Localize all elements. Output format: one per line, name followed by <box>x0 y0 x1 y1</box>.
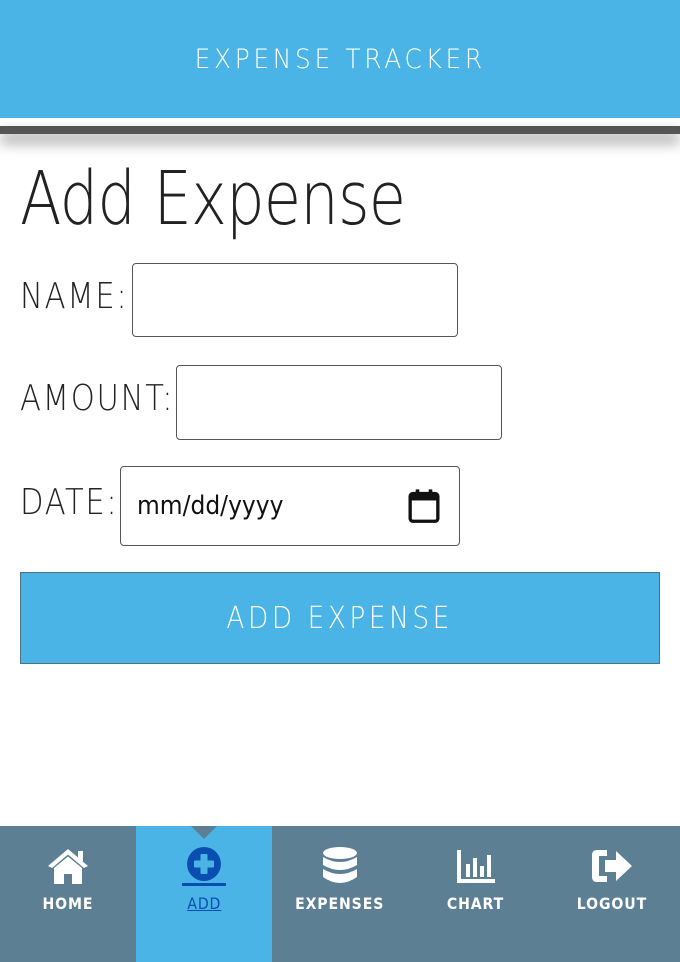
name-input[interactable] <box>132 263 458 337</box>
page-title: Add Expense <box>20 156 406 242</box>
nav-label-logout: LOGOUT <box>576 894 648 913</box>
nav-label-home: HOME <box>42 894 94 913</box>
plus-circle-icon <box>182 847 226 886</box>
header-divider <box>0 126 680 134</box>
date-placeholder: mm/dd/yyyy <box>137 491 284 521</box>
app-title: EXPENSE TRACKER <box>194 43 486 75</box>
calendar-icon[interactable] <box>407 488 441 524</box>
date-label: DATE: <box>20 482 119 523</box>
amount-label: AMOUNT: <box>20 378 175 419</box>
nav-label-expenses: EXPENSES <box>295 894 385 913</box>
nav-item-add[interactable]: ADD <box>136 826 272 962</box>
nav-item-home[interactable]: HOME <box>0 826 136 962</box>
nav-label-add: ADD <box>187 894 221 913</box>
database-icon <box>323 847 357 883</box>
logout-icon <box>592 850 632 882</box>
date-input[interactable]: mm/dd/yyyy <box>120 466 460 546</box>
add-expense-button[interactable]: ADD EXPENSE <box>20 572 660 664</box>
name-label: NAME: <box>20 276 129 317</box>
app-header: EXPENSE TRACKER <box>0 0 680 118</box>
bottom-nav: HOME ADD EXPENSES CHART LOGOUT <box>0 826 680 962</box>
nav-item-expenses[interactable]: EXPENSES <box>272 826 408 962</box>
nav-item-chart[interactable]: CHART <box>408 826 544 962</box>
amount-input[interactable] <box>176 365 502 440</box>
home-icon <box>48 849 88 884</box>
nav-label-chart: CHART <box>447 894 505 913</box>
add-expense-button-label: ADD EXPENSE <box>226 600 454 636</box>
nav-item-logout[interactable]: LOGOUT <box>544 826 680 962</box>
bar-chart-icon <box>457 850 495 883</box>
